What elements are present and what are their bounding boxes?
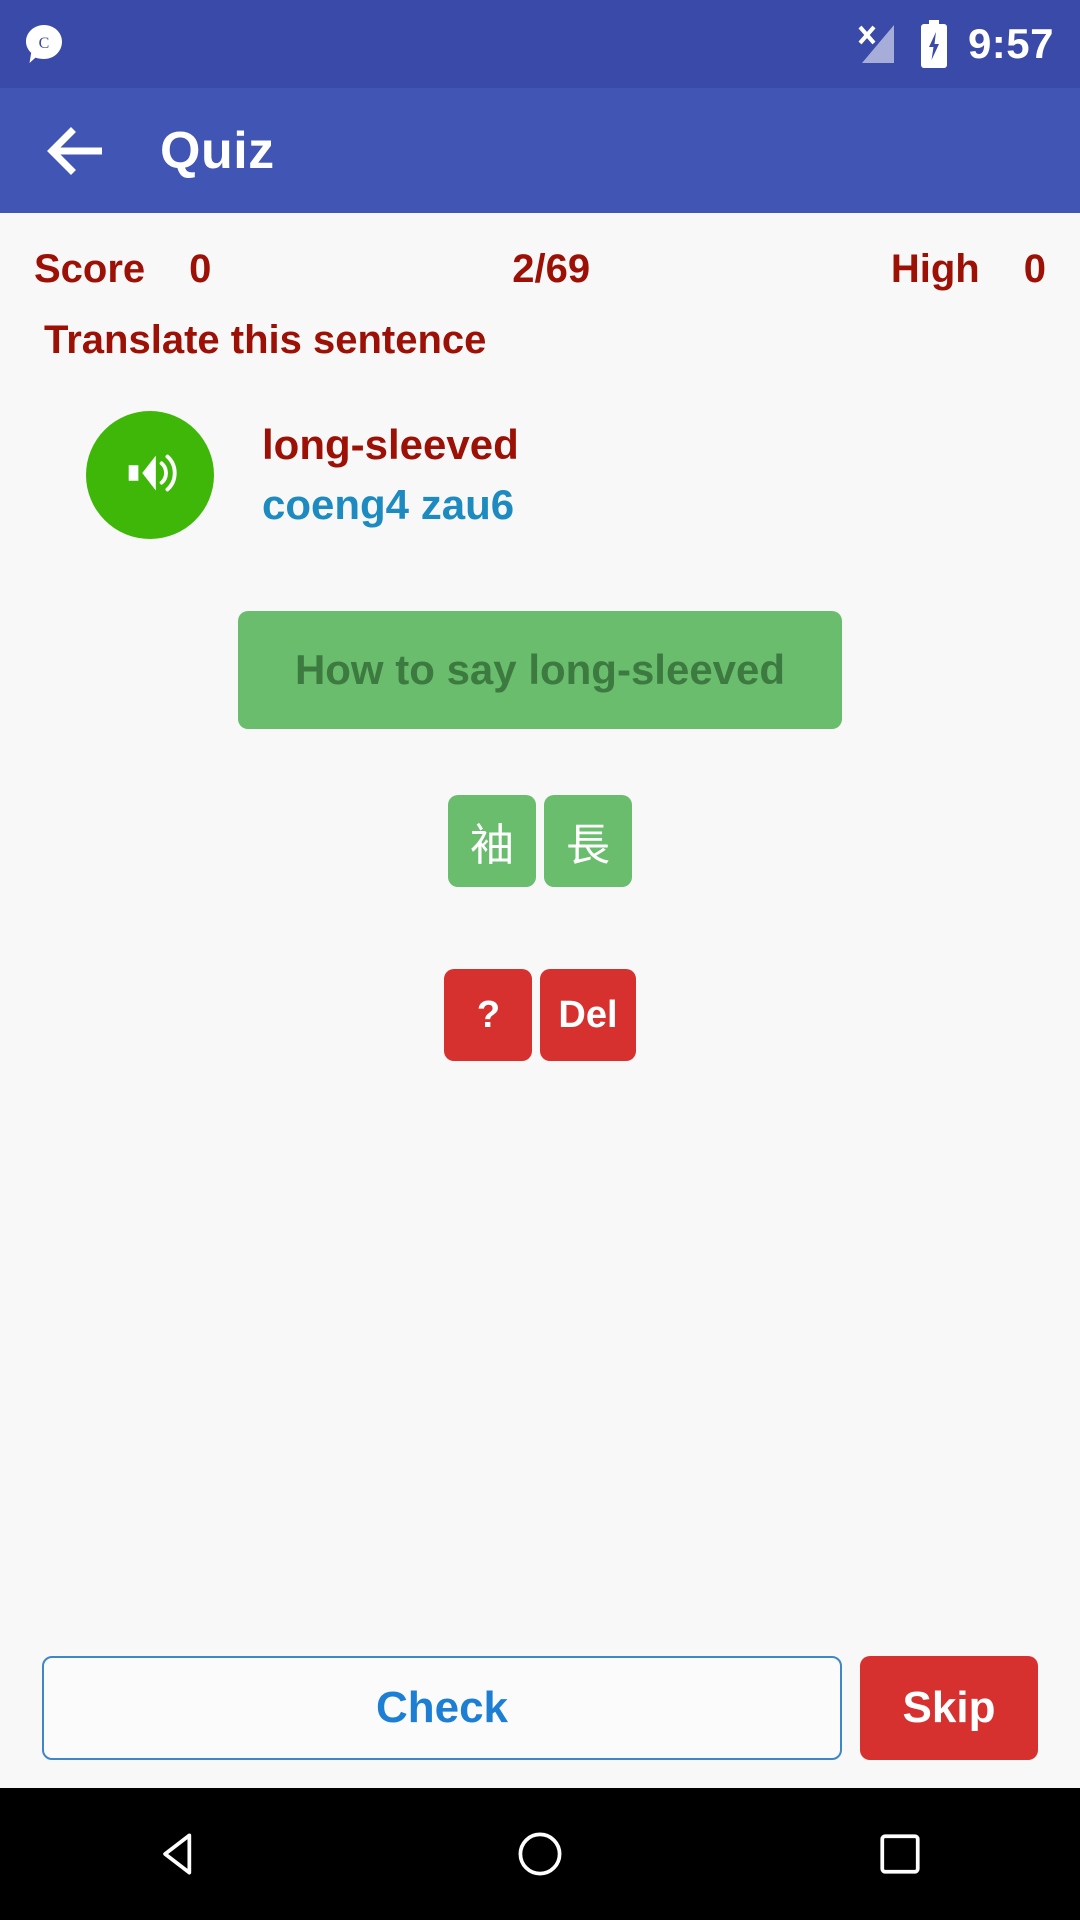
question-row: long-sleeved coeng4 zau6 (0, 363, 1080, 539)
quiz-content: Score 0 2/69 High 0 Translate this sente… (0, 213, 1080, 1788)
speaker-volume-icon (119, 442, 181, 509)
status-bar: C 9:57 (0, 0, 1080, 88)
high-value: 0 (1023, 247, 1046, 291)
chat-bubble-icon: C (22, 22, 66, 66)
question-english: long-sleeved (262, 421, 519, 468)
question-text-block: long-sleeved coeng4 zau6 (248, 421, 519, 529)
question-romanization: coeng4 zau6 (262, 481, 515, 528)
nav-home-circle-icon[interactable] (480, 1788, 600, 1920)
progress-counter: 2/69 (512, 247, 591, 291)
delete-button[interactable]: Del (540, 969, 636, 1061)
skip-button[interactable]: Skip (860, 1656, 1038, 1760)
score-group: Score 0 (34, 247, 211, 292)
status-bar-left: C (22, 22, 66, 66)
app-bar: Quiz (0, 88, 1080, 213)
quiz-screen: C 9:57 Quiz Score 0 2/69 High 0 Translat… (0, 0, 1080, 1920)
tile-character-1[interactable]: 袖 (448, 795, 536, 887)
page-title: Quiz (160, 121, 275, 180)
android-navigation-bar (0, 1788, 1080, 1920)
status-bar-clock: 9:57 (967, 20, 1054, 67)
answer-slot[interactable]: How to say long-sleeved (238, 611, 842, 729)
signal-no-service-icon (852, 21, 900, 67)
bottom-action-bar: Check Skip (0, 1656, 1080, 1760)
scoreboard: Score 0 2/69 High 0 (0, 213, 1080, 292)
battery-charging-icon (918, 20, 950, 68)
tile-character-2[interactable]: 長 (544, 795, 632, 887)
check-button[interactable]: Check (42, 1656, 842, 1760)
nav-recents-square-icon[interactable] (840, 1788, 960, 1920)
action-button-row: ? Del (0, 969, 1080, 1061)
svg-text:C: C (39, 35, 50, 52)
status-bar-right: 9:57 (852, 20, 1054, 68)
high-label: High (890, 247, 980, 291)
instruction-text: Translate this sentence (44, 318, 487, 362)
high-score-group: High 0 (891, 247, 1046, 292)
answer-slot-placeholder: How to say long-sleeved (294, 646, 786, 693)
nav-back-triangle-icon[interactable] (120, 1788, 240, 1920)
hint-button[interactable]: ? (444, 969, 533, 1061)
character-tile-row: 袖 長 (0, 795, 1080, 887)
back-arrow-icon[interactable] (44, 123, 108, 179)
score-value: 0 (189, 247, 212, 291)
score-label: Score (34, 247, 146, 291)
audio-play-button[interactable] (86, 411, 214, 539)
